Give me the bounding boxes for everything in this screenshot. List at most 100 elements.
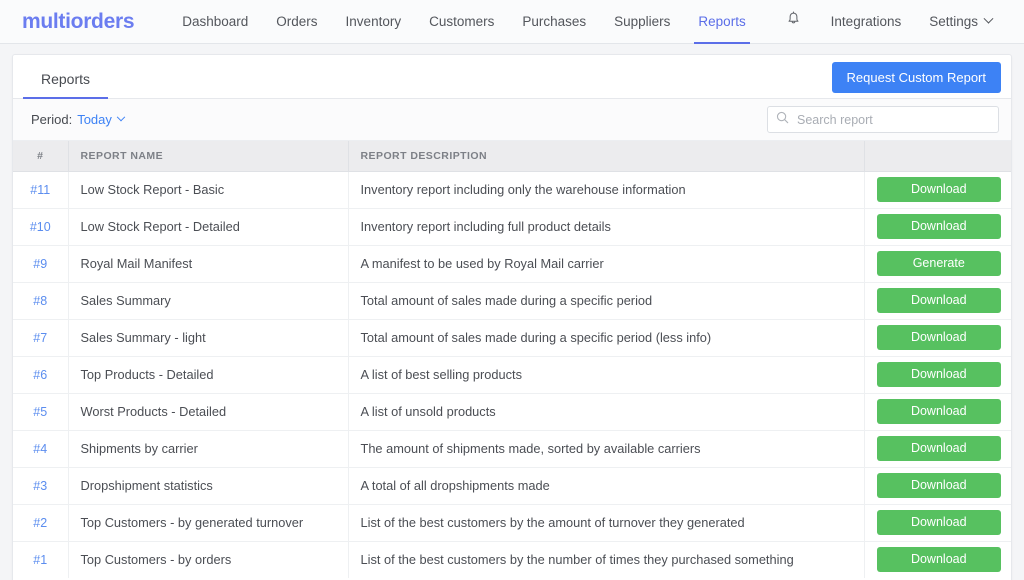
- table-header-row: # REPORT NAME REPORT DESCRIPTION: [13, 141, 1011, 172]
- report-action-cell: Download: [864, 541, 1011, 578]
- period-dropdown[interactable]: Today: [77, 112, 126, 127]
- nav-item-integrations[interactable]: Integrations: [817, 0, 916, 44]
- nav-item-customers[interactable]: Customers: [415, 0, 508, 44]
- report-name-cell: Sales Summary - light: [68, 319, 349, 357]
- request-custom-report-button[interactable]: Request Custom Report: [831, 62, 1001, 93]
- notifications-button[interactable]: [770, 11, 817, 32]
- top-navigation-bar: multiorders Dashboard Orders Inventory Cust…: [0, 0, 1024, 44]
- download-report-button[interactable]: Download: [876, 473, 1001, 498]
- nav-item-reports[interactable]: Reports: [684, 0, 759, 44]
- bell-icon: [786, 11, 801, 32]
- report-description-cell: Total amount of sales made during a spec…: [348, 282, 865, 320]
- report-name-cell: Low Stock Report - Detailed: [68, 208, 349, 246]
- download-report-button[interactable]: Download: [876, 325, 1001, 350]
- main-nav: Dashboard Orders Inventory Customers Purchas…: [168, 0, 759, 44]
- period-value: Today: [77, 112, 112, 127]
- chevron-down-icon: [983, 13, 994, 24]
- report-number-link[interactable]: #8: [13, 282, 69, 320]
- card-tab-bar: Reports Request Custom Report: [13, 55, 1011, 99]
- table-body: #11 Low Stock Report - Basic Inventory rep…: [13, 171, 1011, 578]
- table-row: #5 Worst Products - Detailed A list of uns…: [13, 393, 1011, 431]
- report-description-cell: A list of unsold products: [348, 393, 865, 431]
- table-row: #10 Low Stock Report - Detailed Inventory …: [13, 208, 1011, 246]
- download-report-button[interactable]: Download: [876, 399, 1001, 424]
- report-action-cell: Download: [864, 171, 1011, 209]
- report-number-link[interactable]: #10: [13, 208, 69, 246]
- column-header-actions: [864, 141, 1011, 172]
- table-row: #7 Sales Summary - light Total amount of s…: [13, 319, 1011, 357]
- nav-item-label: Orders: [276, 14, 318, 29]
- report-action-cell: Download: [864, 319, 1011, 357]
- tab-reports[interactable]: Reports: [23, 71, 109, 99]
- nav-item-label: Suppliers: [614, 14, 671, 29]
- report-name-cell: Top Customers - by generated turnover: [68, 504, 349, 542]
- report-number-link[interactable]: #4: [13, 430, 69, 468]
- app-logo[interactable]: multiorders: [22, 10, 135, 34]
- nav-item-dashboard[interactable]: Dashboard: [168, 0, 262, 44]
- nav-item-label: Integrations: [830, 14, 902, 29]
- nav-item-label: Customers: [429, 14, 495, 29]
- nav-item-orders[interactable]: Orders: [262, 0, 331, 44]
- search-icon: [776, 111, 789, 129]
- search-report-box[interactable]: [767, 106, 999, 133]
- report-name-cell: Low Stock Report - Basic: [68, 171, 349, 209]
- nav-item-inventory[interactable]: Inventory: [332, 0, 416, 44]
- report-number-link[interactable]: #11: [13, 171, 69, 209]
- table-row: #3 Dropshipment statistics A total of all …: [13, 467, 1011, 505]
- report-name-cell: Shipments by carrier: [68, 430, 349, 468]
- table-header: # REPORT NAME REPORT DESCRIPTION: [13, 141, 1011, 172]
- table-row: #6 Top Products - Detailed A list of best …: [13, 356, 1011, 394]
- report-action-cell: Download: [864, 504, 1011, 542]
- report-name-cell: Worst Products - Detailed: [68, 393, 349, 431]
- nav-item-suppliers[interactable]: Suppliers: [600, 0, 684, 44]
- column-header-description: REPORT DESCRIPTION: [348, 141, 865, 172]
- download-report-button[interactable]: Download: [876, 177, 1001, 202]
- report-description-cell: A manifest to be used by Royal Mail carr…: [348, 245, 865, 283]
- report-action-cell: Download: [864, 208, 1011, 246]
- report-description-cell: A total of all dropshipments made: [348, 467, 865, 505]
- report-number-link[interactable]: #9: [13, 245, 69, 283]
- report-action-cell: Download: [864, 282, 1011, 320]
- report-name-cell: Top Customers - by orders: [68, 541, 349, 578]
- report-description-cell: A list of best selling products: [348, 356, 865, 394]
- reports-card: Reports Request Custom Report Period: To…: [12, 54, 1012, 580]
- report-action-cell: Generate: [864, 245, 1011, 283]
- nav-item-label: Dashboard: [182, 14, 249, 29]
- report-name-cell: Royal Mail Manifest: [68, 245, 349, 283]
- nav-item-label: Settings: [929, 14, 978, 29]
- report-name-cell: Sales Summary: [68, 282, 349, 320]
- table-row: #1 Top Customers - by orders List of the b…: [13, 541, 1011, 578]
- download-report-button[interactable]: Download: [876, 288, 1001, 313]
- report-number-link[interactable]: #3: [13, 467, 69, 505]
- report-description-cell: The amount of shipments made, sorted by …: [348, 430, 865, 468]
- table-row: #8 Sales Summary Total amount of sales mad…: [13, 282, 1011, 320]
- download-report-button[interactable]: Download: [876, 362, 1001, 387]
- nav-item-settings[interactable]: Settings: [915, 0, 1006, 44]
- chevron-down-icon: [116, 112, 126, 121]
- nav-item-label: Inventory: [345, 14, 402, 29]
- period-label: Period:: [31, 112, 73, 127]
- generate-report-button[interactable]: Generate: [876, 251, 1001, 276]
- table-row: #11 Low Stock Report - Basic Inventory rep…: [13, 171, 1011, 209]
- report-number-link[interactable]: #1: [13, 541, 69, 578]
- report-number-link[interactable]: #5: [13, 393, 69, 431]
- report-number-link[interactable]: #6: [13, 356, 69, 394]
- nav-item-label: Reports: [698, 14, 746, 29]
- download-report-button[interactable]: Download: [876, 214, 1001, 239]
- table-row: #9 Royal Mail Manifest A manifest to be us…: [13, 245, 1011, 283]
- nav-item-purchases[interactable]: Purchases: [508, 0, 600, 44]
- nav-right-group: Integrations Settings: [770, 0, 1006, 44]
- report-name-cell: Dropshipment statistics: [68, 467, 349, 505]
- report-description-cell: Total amount of sales made during a spec…: [348, 319, 865, 357]
- report-number-link[interactable]: #7: [13, 319, 69, 357]
- download-report-button[interactable]: Download: [876, 510, 1001, 535]
- download-report-button[interactable]: Download: [876, 436, 1001, 461]
- report-description-cell: List of the best customers by the amount…: [348, 504, 865, 542]
- download-report-button[interactable]: Download: [876, 547, 1001, 573]
- report-number-link[interactable]: #2: [13, 504, 69, 542]
- report-description-cell: List of the best customers by the number…: [348, 541, 865, 578]
- tab-label: Reports: [41, 71, 91, 87]
- period-filter: Period: Today: [31, 112, 126, 127]
- table-row: #2 Top Customers - by generated turnover L…: [13, 504, 1011, 542]
- search-input[interactable]: [797, 112, 990, 127]
